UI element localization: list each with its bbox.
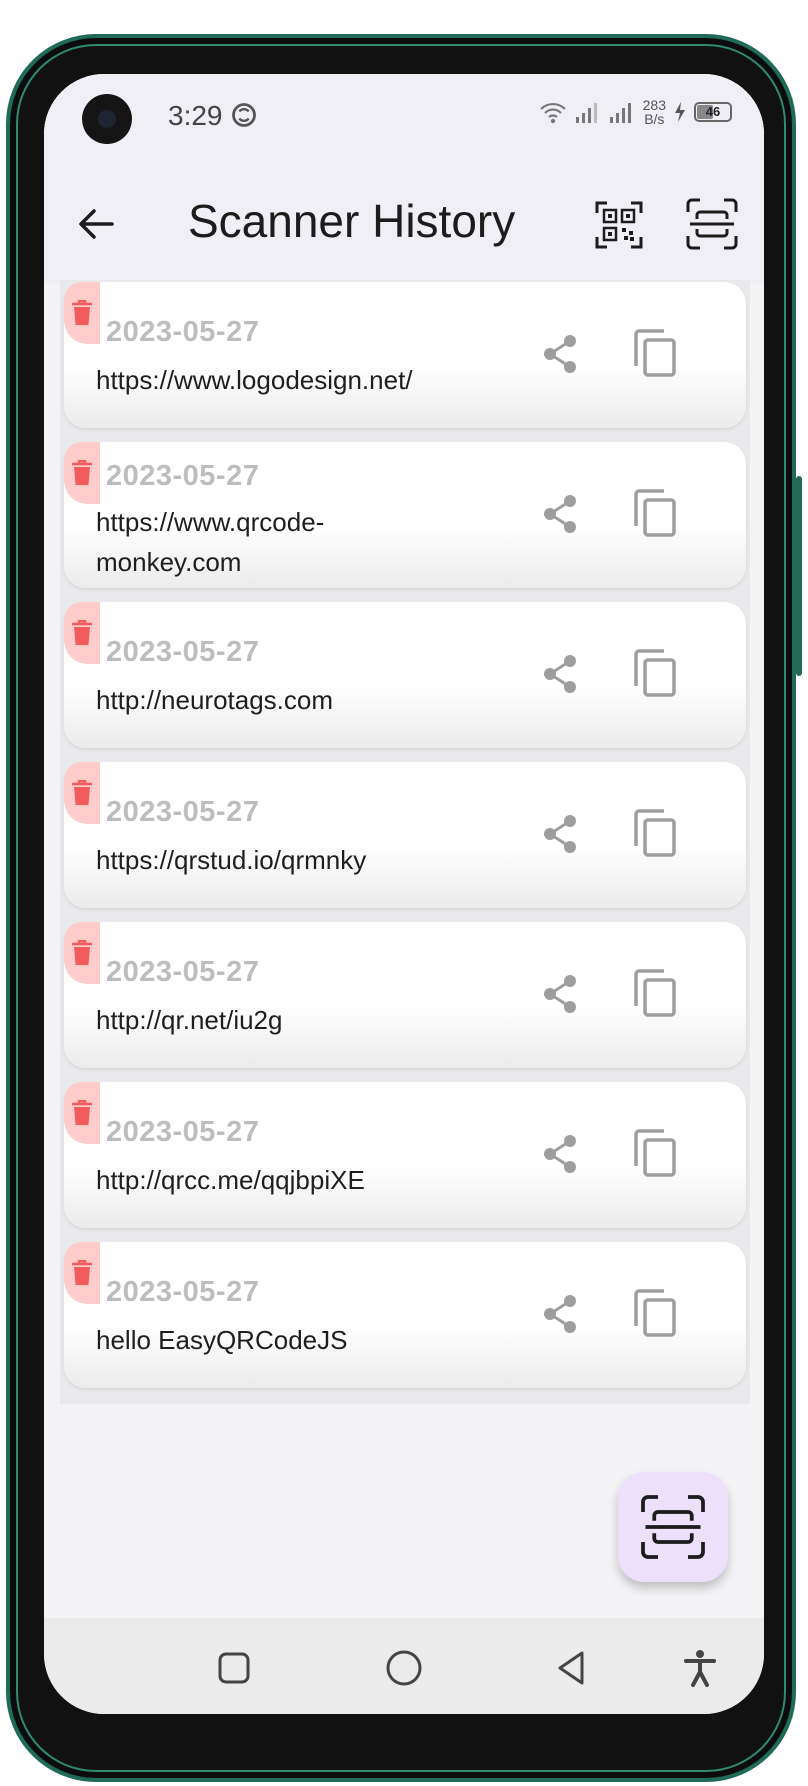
history-card[interactable]: 2023-05-27 https://qrstud.io/qrmnky [64,762,746,908]
share-icon [544,335,576,373]
status-time: 3:29 [168,100,258,132]
share-icon [544,1295,576,1333]
history-card[interactable]: 2023-05-27 http://neurotags.com [64,602,746,748]
page-title: Scanner History [188,195,516,247]
accessibility-button[interactable] [680,1648,720,1688]
trash-icon [72,460,92,485]
delete-button[interactable] [64,602,100,664]
scan-date: 2023-05-27 [106,1116,260,1148]
accessibility-icon [684,1650,716,1687]
scan-frame-icon [641,1495,705,1559]
trash-icon [72,940,92,965]
delete-button[interactable] [64,1082,100,1144]
copy-icon [634,809,676,857]
delete-button[interactable] [64,762,100,824]
scan-content: https://www.logodesign.net/ [96,365,413,395]
status-bar: 3:29 283 B/s 46 [44,74,764,164]
scan-date: 2023-05-27 [106,956,260,988]
scan-date: 2023-05-27 [106,460,260,492]
scan-frame-icon [686,198,738,250]
copy-button[interactable] [632,1128,678,1178]
trash-icon [72,780,92,805]
arrow-left-icon [79,209,114,239]
copy-button[interactable] [632,808,678,858]
home-icon [386,1650,422,1686]
signal-icon-2 [609,103,631,123]
delete-button[interactable] [64,282,100,344]
back-icon [558,1651,584,1685]
home-button[interactable] [384,1648,424,1688]
app-bar: Scanner History [44,164,764,284]
scan-date: 2023-05-27 [106,796,260,828]
signal-icon [575,103,597,123]
scan-button[interactable] [684,196,740,252]
scan-content: hello EasyQRCodeJS [96,1325,348,1355]
copy-button[interactable] [632,328,678,378]
history-card[interactable]: 2023-05-27 http://qr.net/iu2g [64,922,746,1068]
scan-content: https://www.qrcode- monkey.com [96,507,325,577]
copy-button[interactable] [632,968,678,1018]
scan-fab[interactable] [618,1472,728,1582]
scan-content: http://qrcc.me/qqjbpiXE [96,1165,365,1195]
share-icon [544,975,576,1013]
recent-apps-button[interactable] [214,1648,254,1688]
scan-date: 2023-05-27 [106,1276,260,1308]
wifi-icon [539,102,566,124]
trash-icon [72,1260,92,1285]
copy-icon [634,969,676,1017]
scan-content: http://neurotags.com [96,685,334,715]
system-nav-bar [44,1618,764,1714]
screen: 3:29 283 B/s 46 Scanner History 2023-05-… [44,74,764,1714]
history-card[interactable]: 2023-05-27 https://www.logodesign.net/ [64,282,746,428]
share-button[interactable] [538,1132,582,1176]
qr-code-icon [595,201,643,249]
share-icon [544,1135,576,1173]
battery-level: 46 [705,104,721,119]
trash-icon [72,300,92,325]
front-camera [82,94,132,144]
share-button[interactable] [538,332,582,376]
share-button[interactable] [538,492,582,536]
copy-button[interactable] [632,1288,678,1338]
delete-button[interactable] [64,1242,100,1304]
share-button[interactable] [538,812,582,856]
status-icons: 283 B/s 46 [539,98,732,126]
delete-button[interactable] [64,922,100,984]
copy-icon [634,489,676,537]
history-list[interactable]: 2023-05-27 https://www.logodesign.net/ 2… [60,280,750,1404]
share-button[interactable] [538,652,582,696]
scan-date: 2023-05-27 [106,636,260,668]
copy-button[interactable] [632,648,678,698]
delete-button[interactable] [64,442,100,504]
scan-date: 2023-05-27 [106,316,260,348]
copy-icon [634,329,676,377]
back-nav-button[interactable] [552,1648,592,1688]
trash-icon [72,1100,92,1125]
scan-content: http://qr.net/iu2g [96,1005,283,1035]
history-card[interactable]: 2023-05-27 https://www.qrcode- monkey.co… [64,442,746,588]
share-button[interactable] [538,1292,582,1336]
share-icon [544,815,576,853]
charging-icon [675,102,685,122]
copy-icon [634,1289,676,1337]
back-button[interactable] [74,202,118,246]
share-button[interactable] [538,972,582,1016]
copy-icon [634,1129,676,1177]
scan-content: https://qrstud.io/qrmnky [96,845,367,875]
copy-icon [634,649,676,697]
share-icon [544,655,576,693]
battery-icon: 46 [694,102,732,122]
recent-apps-icon [218,1652,250,1684]
history-card[interactable]: 2023-05-27 http://qrcc.me/qqjbpiXE [64,1082,746,1228]
share-icon [544,495,576,533]
qr-generate-button[interactable] [594,200,644,250]
history-card[interactable]: 2023-05-27 hello EasyQRCodeJS [64,1242,746,1388]
copy-button[interactable] [632,488,678,538]
sync-icon [232,103,257,127]
trash-icon [72,620,92,645]
network-speed: 283 B/s [642,97,666,127]
volume-button [796,476,802,676]
